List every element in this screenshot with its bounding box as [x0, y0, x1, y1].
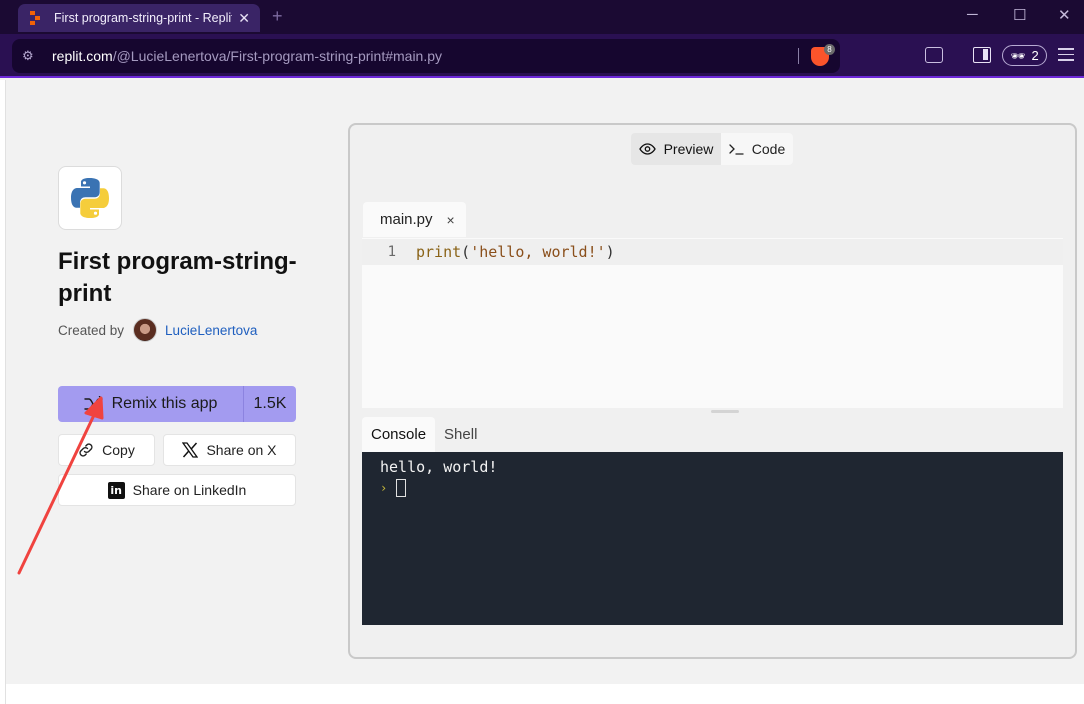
- tab-console[interactable]: Console: [362, 417, 436, 452]
- close-window-button[interactable]: ✕: [1058, 6, 1071, 24]
- view-toggle: Preview Code: [631, 133, 793, 165]
- terminal-icon: [729, 144, 744, 155]
- pane-resize-handle[interactable]: [711, 410, 739, 413]
- profile-count: 2: [1031, 48, 1039, 63]
- url-path: /@LucieLenertova/First-program-string-pr…: [112, 48, 443, 64]
- remix-count[interactable]: 1.5K: [243, 386, 296, 422]
- code-open-paren: (: [461, 243, 471, 261]
- sidebar-toggle-icon[interactable]: [973, 47, 991, 63]
- minimize-button[interactable]: ─: [967, 6, 978, 23]
- tab-title: First program-string-print - Replit: [54, 11, 233, 25]
- file-tab-main-py[interactable]: main.py ×: [363, 202, 466, 237]
- reader-mode-icon[interactable]: [925, 47, 943, 63]
- created-by-label: Created by: [58, 322, 125, 338]
- code-close-paren: ): [605, 243, 615, 261]
- address-divider: [798, 48, 799, 64]
- maximize-button[interactable]: ☐: [1013, 6, 1026, 24]
- new-tab-button[interactable]: +: [272, 6, 283, 27]
- preview-tab[interactable]: Preview: [631, 133, 721, 165]
- shields-count-badge: 8: [824, 44, 835, 55]
- share-linkedin-label: Share on LinkedIn: [132, 482, 247, 498]
- copy-label: Copy: [102, 442, 135, 458]
- app-logo: [58, 166, 122, 230]
- preview-label: Preview: [663, 141, 714, 157]
- code-string: 'hello, world!': [470, 243, 606, 261]
- copy-link-button[interactable]: Copy: [58, 434, 155, 466]
- browser-toolbar: ⚙ replit.com/@LucieLenertova/First-progr…: [0, 34, 1084, 78]
- link-icon: [79, 443, 93, 457]
- tab-close-icon[interactable]: ✕: [238, 10, 250, 27]
- remix-button-group: Remix this app 1.5K: [58, 386, 296, 422]
- code-editor[interactable]: 1 print('hello, world!'): [362, 238, 1063, 408]
- remix-button[interactable]: Remix this app: [58, 386, 243, 422]
- browser-titlebar: First program-string-print - Replit ✕ + …: [0, 0, 1084, 34]
- replit-favicon-icon: [30, 11, 44, 25]
- code-tab[interactable]: Code: [721, 133, 793, 165]
- x-logo-icon: [182, 442, 199, 458]
- created-by-row: Created by LucieLenertova: [58, 318, 257, 342]
- hamburger-menu-icon[interactable]: [1058, 48, 1074, 65]
- author-avatar[interactable]: [133, 318, 158, 342]
- prompt-caret-icon: ›: [380, 481, 388, 495]
- page-footer: [6, 684, 1084, 704]
- share-x-button[interactable]: Share on X: [163, 434, 296, 466]
- code-text: print('hello, world!'): [402, 243, 615, 261]
- author-link[interactable]: LucieLenertova: [165, 323, 257, 338]
- line-number: 1: [387, 244, 396, 260]
- site-settings-icon[interactable]: ⚙: [22, 48, 38, 64]
- console-prompt: ›: [380, 479, 1063, 497]
- code-label: Code: [751, 141, 786, 157]
- eye-icon: [638, 143, 656, 155]
- console-tabs: Console Shell: [362, 417, 486, 452]
- console-output[interactable]: hello, world! ›: [362, 452, 1063, 625]
- linkedin-icon: in: [107, 481, 125, 499]
- share-x-label: Share on X: [206, 442, 277, 458]
- address-bar[interactable]: ⚙ replit.com/@LucieLenertova/First-progr…: [12, 39, 840, 73]
- python-logo-icon: [71, 178, 109, 218]
- remix-label: Remix this app: [111, 395, 218, 412]
- share-linkedin-button[interactable]: in Share on LinkedIn: [58, 474, 296, 506]
- close-file-icon[interactable]: ×: [447, 212, 455, 228]
- glasses-icon: 🕶: [1010, 48, 1026, 63]
- code-line: 1 print('hello, world!'): [362, 239, 1063, 265]
- tab-shell[interactable]: Shell: [435, 417, 486, 452]
- console-cursor: [396, 479, 407, 497]
- console-output-line: hello, world!: [380, 458, 498, 476]
- browser-tab[interactable]: First program-string-print - Replit ✕: [18, 4, 260, 32]
- shuffle-icon: [83, 396, 103, 412]
- code-function: print: [416, 243, 462, 261]
- private-profile-button[interactable]: 🕶 2: [1002, 45, 1047, 66]
- url-host: replit.com: [52, 48, 113, 64]
- app-title: First program-string-print: [58, 248, 297, 307]
- file-tab-label: main.py: [380, 211, 433, 228]
